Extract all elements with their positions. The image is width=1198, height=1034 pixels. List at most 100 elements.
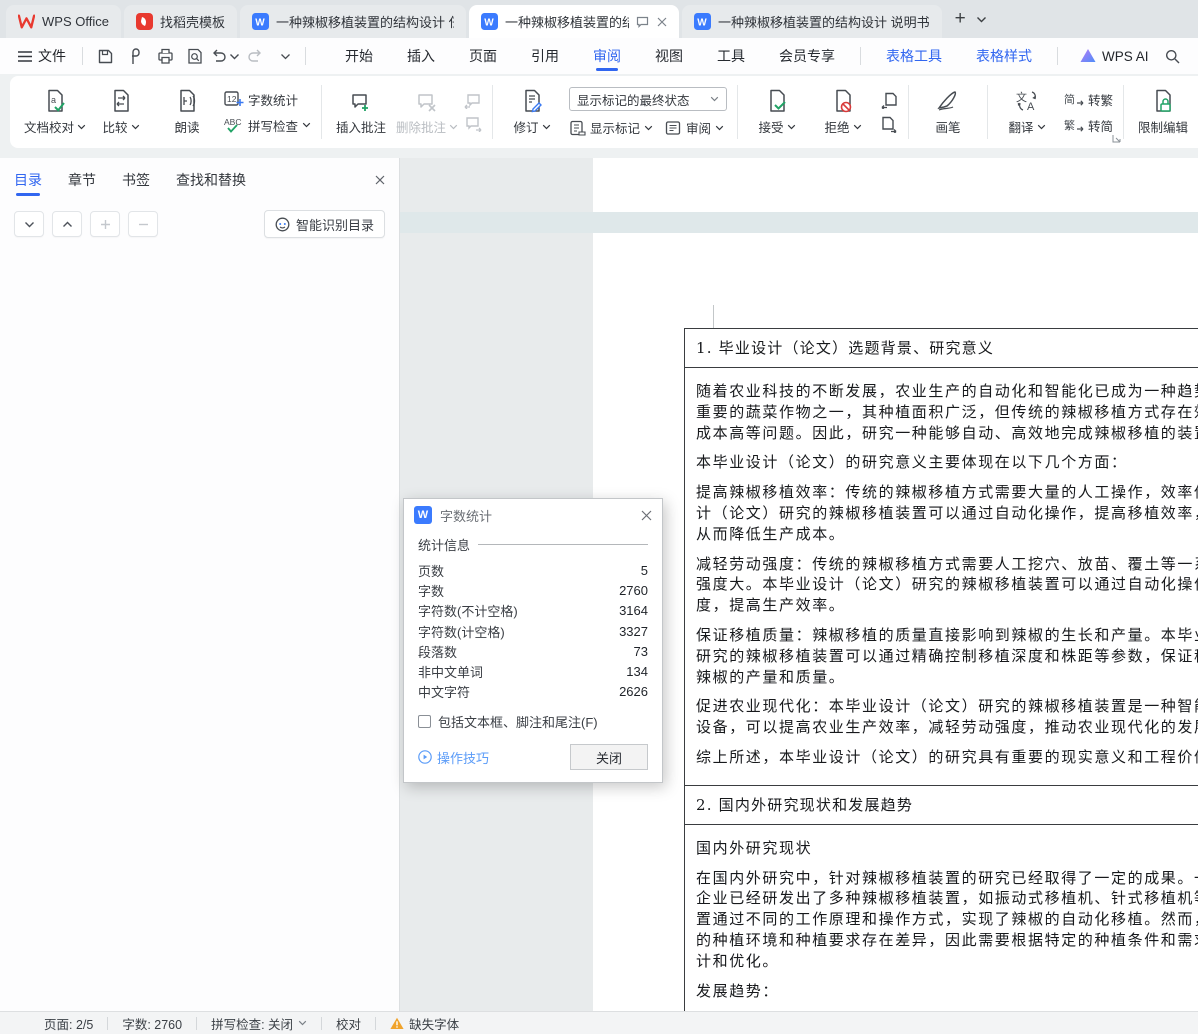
- file-menu-label: 文件: [38, 48, 66, 64]
- 转繁-button[interactable]: 简转繁: [1064, 90, 1113, 109]
- 朗读-button[interactable]: 朗读: [154, 82, 220, 142]
- text-line: 促进农业现代化：本毕业设计（论文）研究的辣椒移植装置是一种智能化: [696, 697, 1198, 716]
- tab-title: 一种辣椒移植装置的结构设计 说明书: [717, 15, 930, 30]
- 接受-button[interactable]: 接受: [744, 82, 810, 142]
- context-tab-表格工具[interactable]: 表格工具: [869, 38, 959, 74]
- export-pdf-button[interactable]: [121, 43, 147, 69]
- dialog-title-bar[interactable]: W 字数统计: [404, 499, 662, 531]
- include-textbox-checkbox[interactable]: 包括文本框、脚注和尾注(F): [418, 712, 648, 731]
- checkbox-label: 包括文本框、脚注和尾注(F): [438, 715, 598, 731]
- sidebar-tab-章节[interactable]: 章节: [68, 158, 96, 202]
- checkbox-icon[interactable]: [418, 715, 431, 729]
- chevron-down-button[interactable]: [14, 211, 44, 237]
- 字数统计-button[interactable]: 12 字数统计: [224, 90, 311, 109]
- sidebar-close-icon[interactable]: [375, 175, 385, 185]
- status-bar: 页面: 2/5 字数: 2760 拼写检查: 关闭 校对 缺失字体: [0, 1011, 1198, 1034]
- 翻译-button[interactable]: 文 A 翻译: [994, 82, 1060, 142]
- simp-to-trad-icon: 简: [1064, 91, 1084, 107]
- sidebar-tab-查找和替换[interactable]: 查找和替换: [176, 158, 246, 202]
- menu-tab-视图[interactable]: 视图: [638, 38, 700, 74]
- document-tab-2[interactable]: 找稻壳模板: [123, 5, 237, 38]
- stat-row: 非中文单词 134: [418, 661, 648, 681]
- status-4[interactable]: 校对: [322, 1014, 375, 1033]
- text-line: 在国内外研究中，针对辣椒移植装置的研究已经取得了一定的成果。一些: [696, 868, 1198, 887]
- chevron-down-icon: [229, 53, 240, 60]
- status-1[interactable]: 页面: 2/5: [30, 1014, 107, 1033]
- 插入批注-button[interactable]: 插入批注: [328, 82, 394, 142]
- menu-tab-引用[interactable]: 引用: [514, 38, 576, 74]
- compare-icon: [108, 88, 134, 114]
- undo-button[interactable]: [211, 43, 240, 69]
- document-tab-3[interactable]: W 一种辣椒移植装置的结构设计 任务书..: [239, 5, 466, 38]
- ribbon-group-6: 文 A 翻译简转繁繁转简: [988, 81, 1123, 143]
- paragraph: 本毕业设计（论文）的研究意义主要体现在以下几个方面：: [696, 452, 1198, 473]
- ribbon-group-3: 修订 显示标记的最终状态显示标记 审阅: [493, 81, 737, 143]
- tab-list-chevron-icon[interactable]: [976, 16, 987, 23]
- smart-catalog-button[interactable]: 智能识别目录: [263, 210, 385, 238]
- close-button[interactable]: 关闭: [570, 744, 648, 771]
- export-pdf-icon: [127, 47, 143, 65]
- save-button[interactable]: [91, 43, 117, 69]
- wps-ai-button[interactable]: WPS AI: [1070, 49, 1159, 64]
- document-tab-4[interactable]: W 一种辣椒移植装置的结构设计: [468, 5, 679, 38]
- 转简-button[interactable]: 繁转简: [1064, 116, 1113, 135]
- sidebar-tab-目录[interactable]: 目录: [14, 158, 42, 202]
- menu-tab-会员专享[interactable]: 会员专享: [762, 38, 852, 74]
- 审阅-button[interactable]: 审阅: [665, 118, 724, 137]
- 拼写检查-button[interactable]: ABC 拼写检查: [224, 116, 311, 135]
- more-chevron-button[interactable]: [271, 43, 297, 69]
- file-menu-button[interactable]: 文件: [10, 46, 74, 66]
- print-preview-button[interactable]: [181, 43, 207, 69]
- save-icon: [97, 48, 114, 65]
- document-table[interactable]: 1. 毕业设计（论文）选题背景、研究意义 随着农业科技的不断发展，农业生产的自动化…: [684, 328, 1198, 1011]
- ribbon-group-5: 画笔: [909, 81, 987, 143]
- text-line: 企业已经研发出了多种辣椒移植装置，如振动式移植机、针式移植机等。: [696, 889, 1198, 908]
- robot-icon: [275, 217, 290, 232]
- close-icon[interactable]: [657, 17, 667, 27]
- tips-link[interactable]: 操作技巧: [418, 748, 489, 767]
- next-revision-button[interactable]: [880, 116, 898, 133]
- menu-tab-插入[interactable]: 插入: [390, 38, 452, 74]
- markup-state-combobox[interactable]: 显示标记的最终状态: [569, 87, 728, 111]
- redo-button[interactable]: [241, 43, 267, 69]
- 修订-button[interactable]: 修订: [499, 82, 565, 142]
- 文档校对-button[interactable]: a 文档校对: [22, 82, 88, 142]
- menu-tab-审阅[interactable]: 审阅: [576, 38, 638, 74]
- 显示标记-button[interactable]: 显示标记: [569, 118, 653, 137]
- text-line: 从而降低生产成本。: [696, 524, 846, 543]
- 拒绝-button[interactable]: 拒绝: [810, 82, 876, 142]
- stat-label: 字数: [418, 583, 445, 599]
- menu-tab-开始[interactable]: 开始: [328, 38, 390, 74]
- status-3[interactable]: 拼写检查: 关闭: [197, 1014, 321, 1033]
- ribbon-group-2: 插入批注 删除批注: [322, 81, 492, 143]
- 画笔-button[interactable]: 画笔: [915, 82, 981, 142]
- button-label: 文档校对: [24, 117, 86, 136]
- stat-row: 字符数(计空格) 3327: [418, 621, 648, 641]
- comment-indicator-icon[interactable]: [636, 16, 649, 28]
- sidebar-tab-书签[interactable]: 书签: [122, 158, 150, 202]
- chevron-up-button[interactable]: [52, 211, 82, 237]
- 限制编辑-button[interactable]: 限制编辑: [1130, 82, 1196, 142]
- text-line: 保证移植质量：辣椒移植的质量直接影响到辣椒的生长和产量。本毕业设: [696, 625, 1198, 644]
- document-tab-1[interactable]: WPS Office: [6, 5, 121, 38]
- stat-row: 中文字符 2626: [418, 682, 648, 702]
- new-tab-button[interactable]: +: [955, 8, 966, 30]
- prev-revision-button[interactable]: [880, 92, 898, 109]
- search-button[interactable]: [1159, 42, 1187, 70]
- document-tab-5[interactable]: W 一种辣椒移植装置的结构设计 说明书: [681, 5, 942, 38]
- dialog-close-icon[interactable]: [641, 510, 652, 521]
- warning-icon: [390, 1017, 404, 1030]
- print-button[interactable]: [151, 43, 177, 69]
- status-5[interactable]: 缺失字体: [376, 1014, 473, 1033]
- launcher-icon[interactable]: [1112, 134, 1121, 143]
- menu-tab-页面[interactable]: 页面: [452, 38, 514, 74]
- button-stack: 简转繁繁转简: [1060, 90, 1117, 135]
- stat-value: 134: [626, 664, 648, 680]
- stat-label: 字符数(计空格): [418, 624, 505, 640]
- outline-empty-area: [0, 248, 399, 1011]
- page-2[interactable]: 1. 毕业设计（论文）选题背景、研究意义 随着农业科技的不断发展，农业生产的自动化…: [593, 233, 1198, 1011]
- menu-tab-工具[interactable]: 工具: [700, 38, 762, 74]
- context-tab-表格样式[interactable]: 表格样式: [959, 38, 1049, 74]
- 比较-button[interactable]: 比较: [88, 82, 154, 142]
- status-2[interactable]: 字数: 2760: [108, 1014, 196, 1033]
